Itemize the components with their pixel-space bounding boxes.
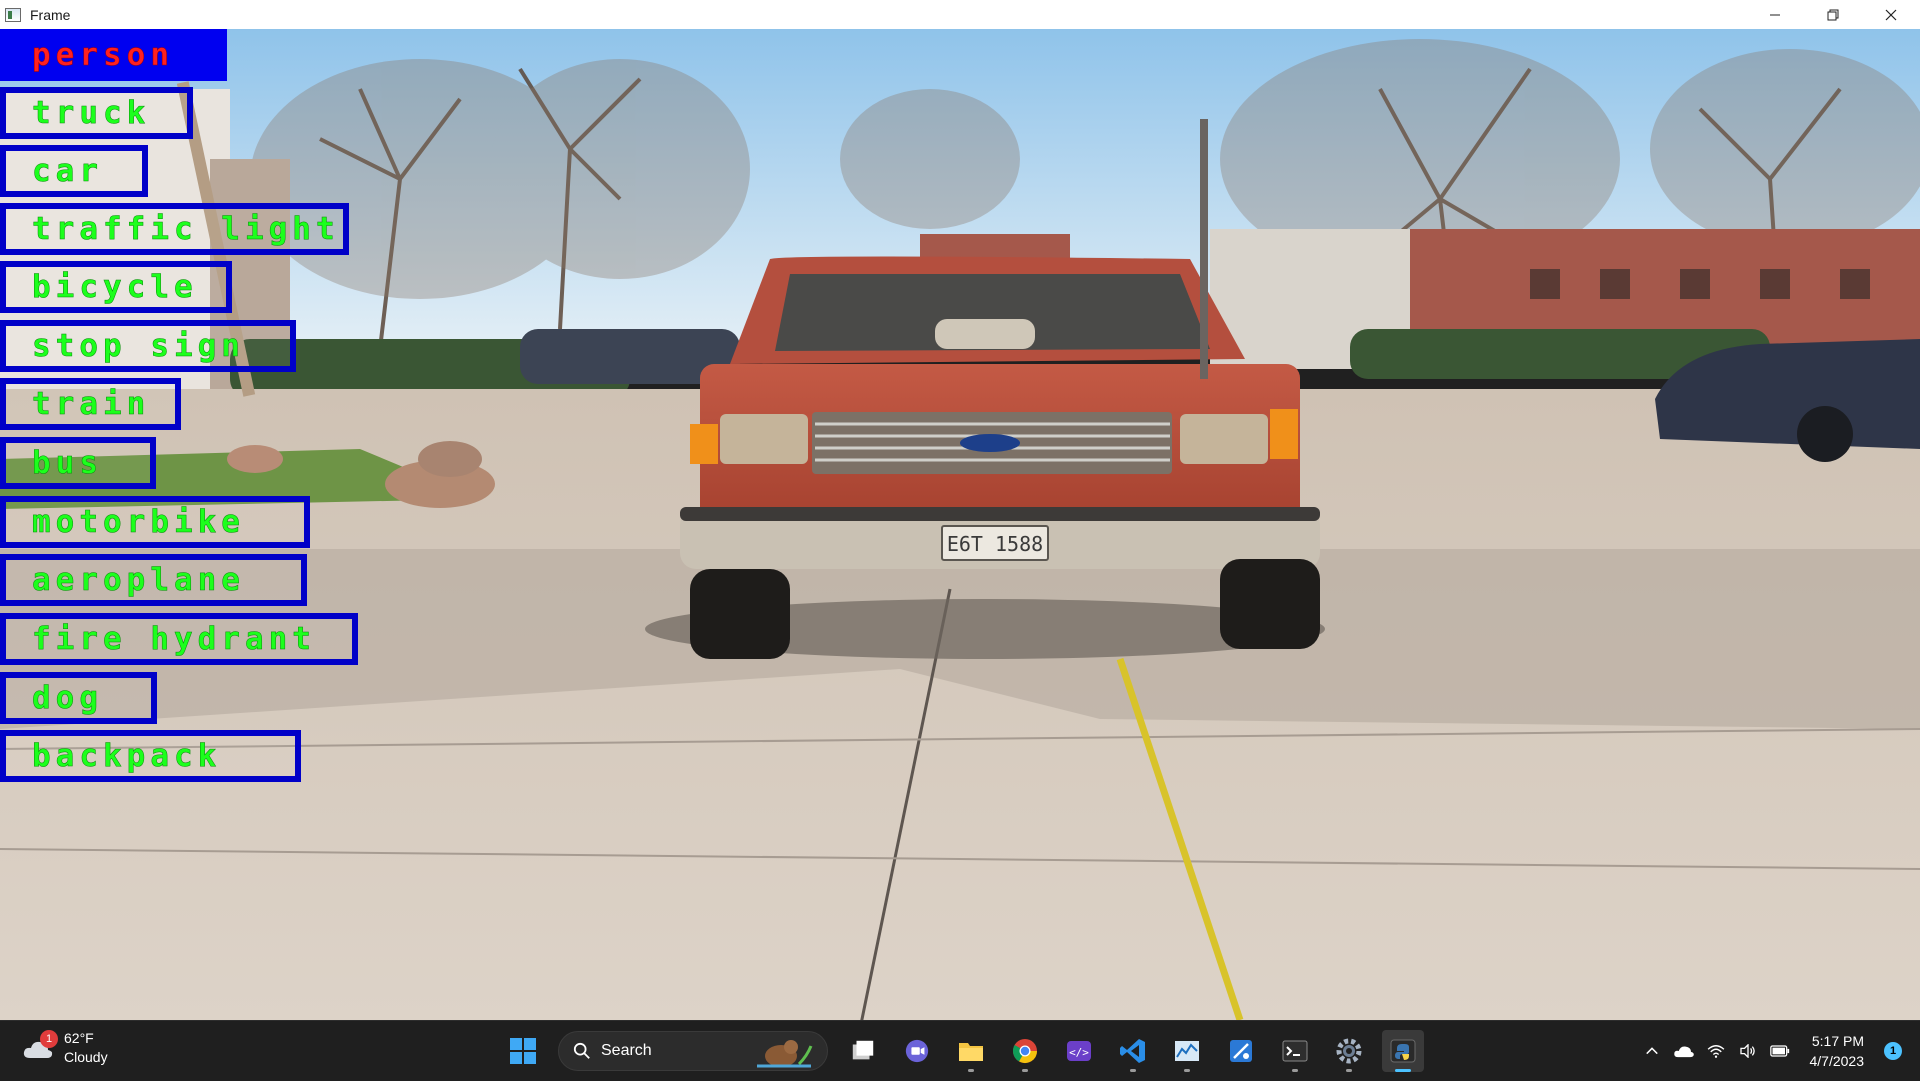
class-label-car[interactable]: car <box>0 145 148 197</box>
taskbar-search[interactable]: Search <box>558 1031 828 1071</box>
settings-button[interactable] <box>1328 1030 1370 1072</box>
notification-badge[interactable]: 1 <box>1884 1042 1902 1060</box>
chevron-up-icon <box>1645 1044 1659 1058</box>
restore-icon <box>1827 9 1839 21</box>
weather-widget[interactable]: 1 62°F Cloudy <box>22 1029 108 1067</box>
close-icon <box>1885 9 1897 21</box>
teams-button[interactable] <box>896 1030 938 1072</box>
search-label: Search <box>601 1042 652 1060</box>
window-controls <box>1746 0 1920 29</box>
weather-temp: 62°F <box>64 1029 108 1048</box>
snip-button[interactable] <box>1220 1030 1262 1072</box>
close-button[interactable] <box>1862 0 1920 29</box>
resource-monitor-icon <box>1173 1037 1201 1065</box>
teams-icon <box>904 1038 930 1064</box>
clock-time: 5:17 PM <box>1810 1031 1865 1051</box>
task-view-button[interactable] <box>842 1030 884 1072</box>
weather-condition: Cloudy <box>64 1048 108 1067</box>
taskbar: 1 62°F Cloudy Search <box>0 1020 1920 1080</box>
wifi-icon <box>1707 1044 1725 1058</box>
class-label-stop-sign[interactable]: stop sign <box>0 320 296 372</box>
class-label-bicycle[interactable]: bicycle <box>0 261 232 313</box>
windows-start-icon <box>509 1037 537 1065</box>
search-highlight-icon <box>755 1036 813 1068</box>
minimize-button[interactable] <box>1746 0 1804 29</box>
video-frame[interactable]: E6T 1588 person truck car traffic light bicy… <box>0 29 1920 1020</box>
python-button[interactable] <box>1382 1030 1424 1072</box>
dev-home-button[interactable]: </> <box>1058 1030 1100 1072</box>
dev-home-icon: </> <box>1065 1037 1093 1065</box>
class-label-fire-hydrant[interactable]: fire hydrant <box>0 613 358 665</box>
battery-icon <box>1770 1045 1790 1057</box>
license-plate: E6T 1588 <box>947 532 1043 556</box>
speaker-icon <box>1739 1044 1757 1058</box>
wifi-button[interactable] <box>1701 1036 1731 1066</box>
file-explorer-icon <box>957 1037 985 1065</box>
battery-button[interactable] <box>1765 1036 1795 1066</box>
vscode-button[interactable] <box>1112 1030 1154 1072</box>
windows-start-button[interactable] <box>502 1030 544 1072</box>
show-hidden-icons-button[interactable] <box>1637 1036 1667 1066</box>
search-icon <box>573 1042 591 1060</box>
chrome-button[interactable] <box>1004 1030 1046 1072</box>
minimize-icon <box>1769 9 1781 21</box>
class-label-aeroplane[interactable]: aeroplane <box>0 554 307 606</box>
file-explorer-button[interactable] <box>950 1030 992 1072</box>
onedrive-cloud-icon <box>1673 1044 1695 1058</box>
cloud-icon: 1 <box>22 1036 54 1060</box>
weather-badge: 1 <box>40 1030 58 1048</box>
taskbar-apps: Search </> <box>496 1021 1430 1081</box>
resource-monitor-button[interactable] <box>1166 1030 1208 1072</box>
app-icon <box>5 8 21 22</box>
class-label-dog[interactable]: dog <box>0 672 157 724</box>
snip-icon <box>1227 1037 1255 1065</box>
class-label-backpack[interactable]: backpack <box>0 730 301 782</box>
restore-button[interactable] <box>1804 0 1862 29</box>
onedrive-button[interactable] <box>1669 1036 1699 1066</box>
volume-button[interactable] <box>1733 1036 1763 1066</box>
window-titlebar: Frame <box>0 0 1920 29</box>
python-icon <box>1389 1037 1417 1065</box>
class-label-motorbike[interactable]: motorbike <box>0 496 310 548</box>
system-tray: 5:17 PM 4/7/2023 1 <box>1636 1021 1920 1081</box>
svg-text:</>: </> <box>1069 1046 1089 1059</box>
clock[interactable]: 5:17 PM 4/7/2023 <box>1810 1031 1865 1071</box>
class-label-truck[interactable]: truck <box>0 87 193 139</box>
chrome-icon <box>1011 1037 1039 1065</box>
class-label-person[interactable]: person <box>0 29 227 81</box>
class-label-bus[interactable]: bus <box>0 437 156 489</box>
class-label-train[interactable]: train <box>0 378 181 430</box>
window-title: Frame <box>30 7 70 23</box>
clock-date: 4/7/2023 <box>1810 1051 1865 1071</box>
class-label-traffic-light[interactable]: traffic light <box>0 203 349 255</box>
task-view-icon <box>850 1038 876 1064</box>
terminal-button[interactable] <box>1274 1030 1316 1072</box>
gear-icon <box>1335 1037 1363 1065</box>
terminal-icon <box>1281 1037 1309 1065</box>
vscode-icon <box>1119 1037 1147 1065</box>
